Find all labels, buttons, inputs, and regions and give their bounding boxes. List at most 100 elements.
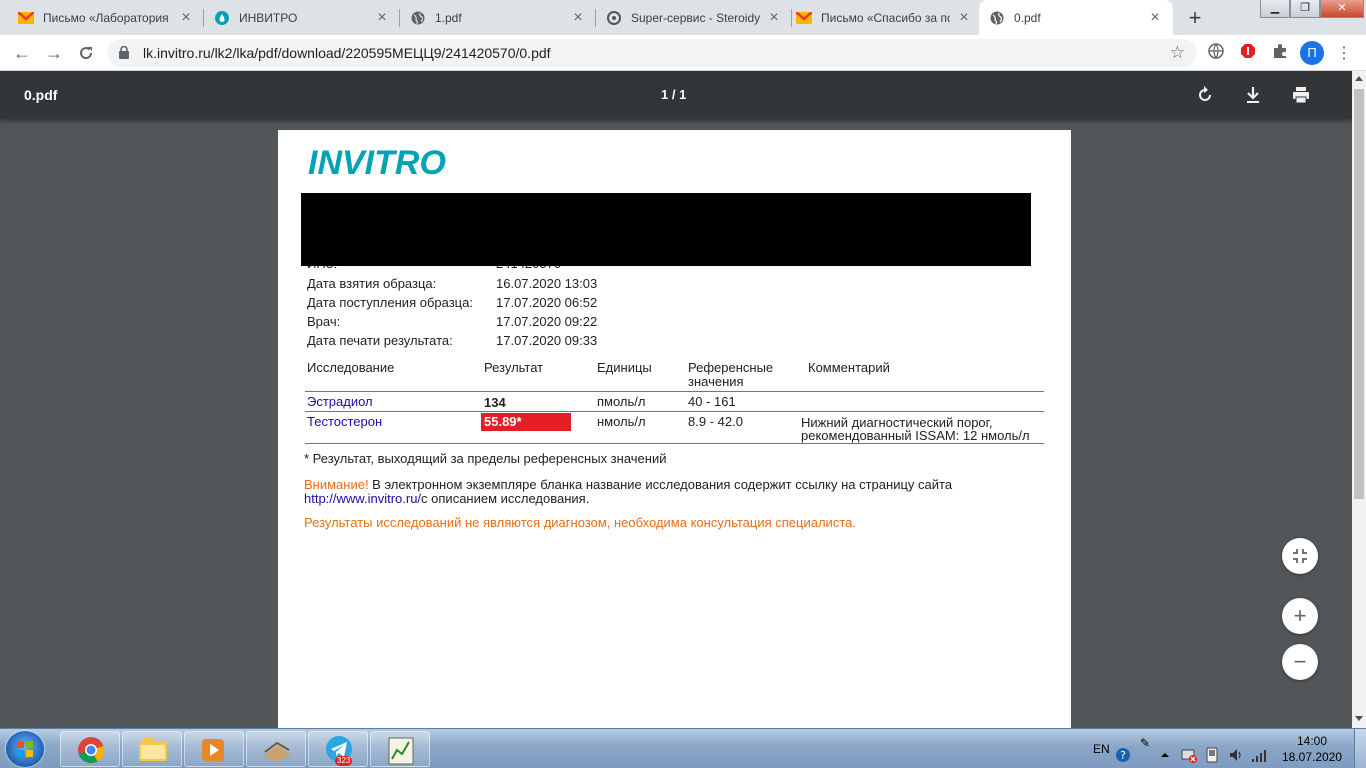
system-clock[interactable]: 14:00 18.07.2020 <box>1282 733 1342 765</box>
download-icon[interactable] <box>1241 83 1265 107</box>
zoom-in-button[interactable]: + <box>1282 598 1318 634</box>
rotate-icon[interactable] <box>1193 83 1217 107</box>
language-indicator[interactable]: EN <box>1093 729 1110 768</box>
browser-toolbar: ← → lk.invitro.ru/lk2/lka/pdf/download/2… <box>0 35 1366 71</box>
reference-value: 40 - 161 <box>688 394 736 409</box>
new-tab-button[interactable]: + <box>1181 4 1209 32</box>
tab-1-pdf[interactable]: 1.pdf × <box>400 0 596 35</box>
abnormal-result-badge: 55.89* <box>481 413 571 431</box>
notification-badge: 323 <box>335 756 353 766</box>
close-icon[interactable]: × <box>570 9 586 26</box>
units-value: нмоль/л <box>597 414 646 429</box>
back-button[interactable]: ← <box>8 39 36 67</box>
minimize-button[interactable]: ▁ <box>1260 0 1290 18</box>
globe-extension-icon[interactable] <box>1206 43 1226 63</box>
explorer-taskbar-button[interactable] <box>122 731 182 767</box>
more-menu-icon[interactable]: ⋮ <box>1336 44 1352 64</box>
tab-strip: Письмо «Лаборатория ИНВИТРО» × ИНВИТРО ×… <box>0 0 1366 35</box>
pen-tray-icon[interactable]: ✎ <box>1140 723 1150 763</box>
site-icon <box>606 10 622 26</box>
telegram-taskbar-button[interactable]: 323 <box>308 731 368 767</box>
show-hidden-icons[interactable] <box>1160 739 1170 759</box>
attention-label: Внимание! <box>304 477 369 492</box>
tab-super-service[interactable]: Super-сервис - Steroidy × <box>596 0 792 35</box>
volume-icon[interactable] <box>1228 739 1244 761</box>
adblock-extension-icon[interactable] <box>1238 43 1258 63</box>
reload-button[interactable] <box>72 39 100 67</box>
tab-title: Super-сервис - Steroidy <box>631 10 760 25</box>
extensions-puzzle-icon[interactable] <box>1270 43 1290 63</box>
meta-label: Дата печати результата: <box>307 333 453 348</box>
lock-icon <box>119 45 129 59</box>
meta-label: Врач: <box>307 314 341 329</box>
table-divider <box>305 391 1044 392</box>
comment-line: рекомендованный ISSAM: 12 нмоль/л <box>801 428 1030 443</box>
network-warning-icon[interactable] <box>1181 739 1197 763</box>
close-window-button[interactable]: ✕ <box>1320 0 1364 18</box>
address-bar[interactable]: lk.invitro.ru/lk2/lka/pdf/download/22059… <box>107 39 1197 67</box>
column-header-comment: Комментарий <box>808 360 890 375</box>
forward-button[interactable]: → <box>40 39 68 67</box>
meta-value: 16.07.2020 13:03 <box>496 276 598 291</box>
column-header-test: Исследование <box>307 360 395 375</box>
table-divider <box>305 411 1044 412</box>
tab-title: 1.pdf <box>435 10 462 25</box>
svg-text:?: ? <box>1120 749 1126 762</box>
invitro-logo: INVITRO <box>308 144 446 182</box>
column-header-reference: Референсные значения <box>688 360 774 389</box>
print-icon[interactable] <box>1289 83 1313 107</box>
page-counter: 1 / 1 <box>661 87 687 102</box>
fit-to-page-button[interactable] <box>1282 538 1318 574</box>
meta-value: 17.07.2020 06:52 <box>496 295 598 310</box>
books-taskbar-button[interactable] <box>246 731 306 767</box>
scrollbar-thumb[interactable] <box>1354 89 1364 499</box>
start-button[interactable] <box>6 731 44 767</box>
globe-icon <box>410 10 426 26</box>
tab-mail-thanks[interactable]: Письмо «Спасибо за покупку» × <box>786 0 982 35</box>
meta-value: 17.07.2020 09:33 <box>496 333 598 348</box>
signal-icon[interactable] <box>1251 739 1267 762</box>
meta-label: Дата поступления образца: <box>307 295 473 310</box>
attention-text-2: с описанием исследования. <box>421 491 590 506</box>
tab-mail-laboratory[interactable]: Письмо «Лаборатория ИНВИТРО» × <box>8 0 204 35</box>
bookmark-star-icon[interactable]: ☆ <box>1170 43 1185 63</box>
close-icon[interactable]: × <box>1147 9 1163 26</box>
pdf-page: INVITRO ИНЗ: 241420570 Дата взятия образ… <box>278 130 1071 730</box>
chrome-taskbar-button[interactable] <box>60 731 120 767</box>
media-player-taskbar-button[interactable] <box>184 731 244 767</box>
column-header-result: Результат <box>484 360 544 375</box>
close-icon[interactable]: × <box>766 9 782 26</box>
profile-avatar[interactable]: П <box>1300 41 1324 65</box>
show-desktop-button[interactable] <box>1354 729 1366 768</box>
close-icon[interactable]: × <box>178 9 194 26</box>
help-icon[interactable]: ? <box>1115 739 1131 762</box>
mail-icon <box>796 10 812 26</box>
clock-time: 14:00 <box>1296 734 1328 748</box>
url-text[interactable]: lk.invitro.ru/lk2/lka/pdf/download/22059… <box>143 45 551 61</box>
disclaimer: Результаты исследований не являются диаг… <box>304 515 856 530</box>
test-link-testosterone[interactable]: Тестостерон <box>307 415 382 429</box>
meta-label: Дата взятия образца: <box>307 276 437 291</box>
redaction-block <box>301 193 1031 266</box>
invitro-site-link[interactable]: http://www.invitro.ru/ <box>304 491 421 506</box>
zoom-out-button[interactable]: − <box>1282 644 1318 680</box>
close-icon[interactable]: × <box>374 9 390 26</box>
attention-text: В электронном экземпляре бланка название… <box>368 477 953 492</box>
units-value: пмоль/л <box>597 394 646 409</box>
table-divider <box>305 443 1044 444</box>
column-header-units: Единицы <box>597 360 652 375</box>
close-icon[interactable]: × <box>956 9 972 26</box>
device-tray-icon[interactable] <box>1205 739 1219 763</box>
windows-taskbar: 323 EN ? ✎ 14:00 18.07.2020 <box>0 728 1366 768</box>
tab-invitro[interactable]: ИНВИТРО × <box>204 0 400 35</box>
test-link-estradiol[interactable]: Эстрадиол <box>307 395 373 409</box>
tab-title: Письмо «Спасибо за покупку» <box>821 10 950 25</box>
invitro-drop-icon <box>214 10 230 26</box>
chart-app-taskbar-button[interactable] <box>370 731 430 767</box>
tab-0-pdf[interactable]: 0.pdf × <box>979 0 1173 35</box>
globe-icon <box>989 10 1005 26</box>
pdf-filename: 0.pdf <box>24 87 58 103</box>
vertical-scrollbar[interactable] <box>1352 71 1366 728</box>
maximize-button[interactable]: ❐ <box>1290 0 1320 18</box>
tab-title: ИНВИТРО <box>239 10 298 25</box>
